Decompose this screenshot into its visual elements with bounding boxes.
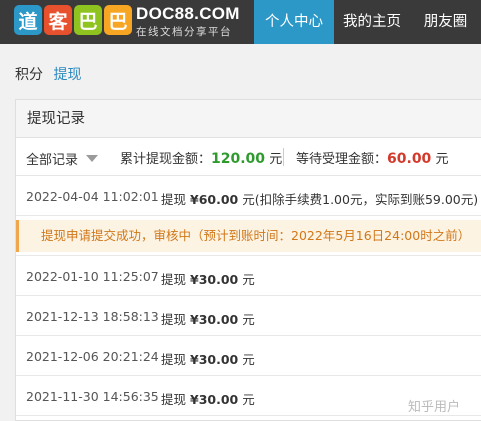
tab-friends-circle[interactable]: 朋友圈 (410, 0, 481, 44)
record-action: 提现 (161, 272, 187, 287)
status-notice: 提现申请提交成功，审核中（预计到账时间：2022年5月16日24:00时之前） (16, 220, 481, 252)
status-notice-row: 提现申请提交成功，审核中（预计到账时间：2022年5月16日24:00时之前） (16, 216, 481, 256)
record-detail: 提现 ¥30.00 元 (161, 269, 255, 288)
logo-tile: 道 (14, 5, 42, 35)
record-unit: 元 (242, 312, 255, 327)
summary-bar: 全部记录 累计提现金额：120.00 元 等待受理金额：60.00 元 (16, 138, 481, 176)
pending-amount: 60.00 (387, 151, 432, 167)
list-item: 2022-04-04 11:02:01 提现 ¥60.00 元(扣除手续费1.0… (16, 176, 481, 216)
record-date: 2021-12-06 20:21:24 (26, 349, 159, 364)
pending-amount-summary: 等待受理金额：60.00 元 (296, 148, 448, 167)
record-amount: ¥30.00 (190, 272, 239, 287)
record-date: 2021-11-30 14:56:35 (26, 389, 159, 404)
record-unit: 元 (242, 272, 255, 287)
record-unit: 元 (242, 352, 255, 367)
record-amount: ¥30.00 (190, 312, 239, 327)
record-detail: 提现 ¥30.00 元 (161, 349, 255, 368)
filter-label: 全部记录 (26, 153, 79, 168)
record-date: 2021-12-13 18:58:13 (26, 309, 159, 324)
breadcrumb: 积分 提现 (15, 64, 81, 84)
breadcrumb-withdraw[interactable]: 提现 (53, 67, 81, 83)
list-item: 2021-12-13 18:58:13 提现 ¥30.00 元 (16, 296, 481, 336)
logo-tile: 巴 (104, 5, 132, 35)
pending-label: 等待受理金额： (296, 152, 388, 167)
record-action: 提现 (161, 192, 187, 207)
total-amount: 120.00 (211, 151, 266, 167)
record-action: 提现 (161, 312, 187, 327)
tab-my-homepage[interactable]: 我的主页 (334, 0, 410, 44)
breadcrumb-points[interactable]: 积分 (15, 67, 43, 83)
total-withdrawn: 累计提现金额：120.00 元 (120, 148, 282, 167)
chevron-down-icon (86, 155, 99, 162)
watermark: 知乎用户 (408, 400, 461, 415)
record-amount: ¥60.00 (190, 192, 239, 207)
list-item: 2022-01-10 11:25:07 提现 ¥30.00 元 (16, 256, 481, 296)
pending-unit: 元 (435, 152, 449, 167)
total-label: 累计提现金额： (120, 152, 212, 167)
record-amount: ¥30.00 (190, 392, 239, 407)
record-detail: 提现 ¥30.00 元 (161, 309, 255, 328)
record-unit: 元 (242, 392, 255, 407)
tab-personal-center[interactable]: 个人中心 (254, 0, 334, 44)
divider (283, 148, 284, 166)
top-navigation-bar: 道 客 巴 巴 DOC88.COM 在线文档分享平台 个人中心 我的主页 朋友圈 (0, 0, 481, 44)
record-date: 2022-01-10 11:25:07 (26, 269, 159, 284)
record-detail: 提现 ¥60.00 元(扣除手续费1.00元，实际到账59.00元) (161, 189, 478, 208)
record-unit: 元 (242, 192, 255, 207)
site-logo[interactable]: 道 客 巴 巴 (14, 5, 132, 37)
logo-tile: 客 (44, 5, 72, 35)
record-note: (扣除手续费1.00元，实际到账59.00元) (254, 192, 479, 207)
record-action: 提现 (161, 392, 187, 407)
site-name[interactable]: DOC88.COM (136, 4, 240, 24)
withdraw-records-panel: 提现记录 全部记录 累计提现金额：120.00 元 等待受理金额：60.00 元… (15, 99, 481, 421)
record-amount: ¥30.00 (190, 352, 239, 367)
panel-title: 提现记录 (16, 100, 481, 138)
logo-tile: 巴 (74, 5, 102, 35)
record-filter-dropdown[interactable]: 全部记录 (26, 149, 99, 168)
record-detail: 提现 ¥30.00 元 (161, 389, 255, 408)
list-item: 2021-12-06 20:21:24 提现 ¥30.00 元 (16, 336, 481, 376)
site-tagline: 在线文档分享平台 (136, 26, 232, 38)
total-unit: 元 (269, 152, 283, 167)
record-action: 提现 (161, 352, 187, 367)
record-date: 2022-04-04 11:02:01 (26, 189, 159, 204)
